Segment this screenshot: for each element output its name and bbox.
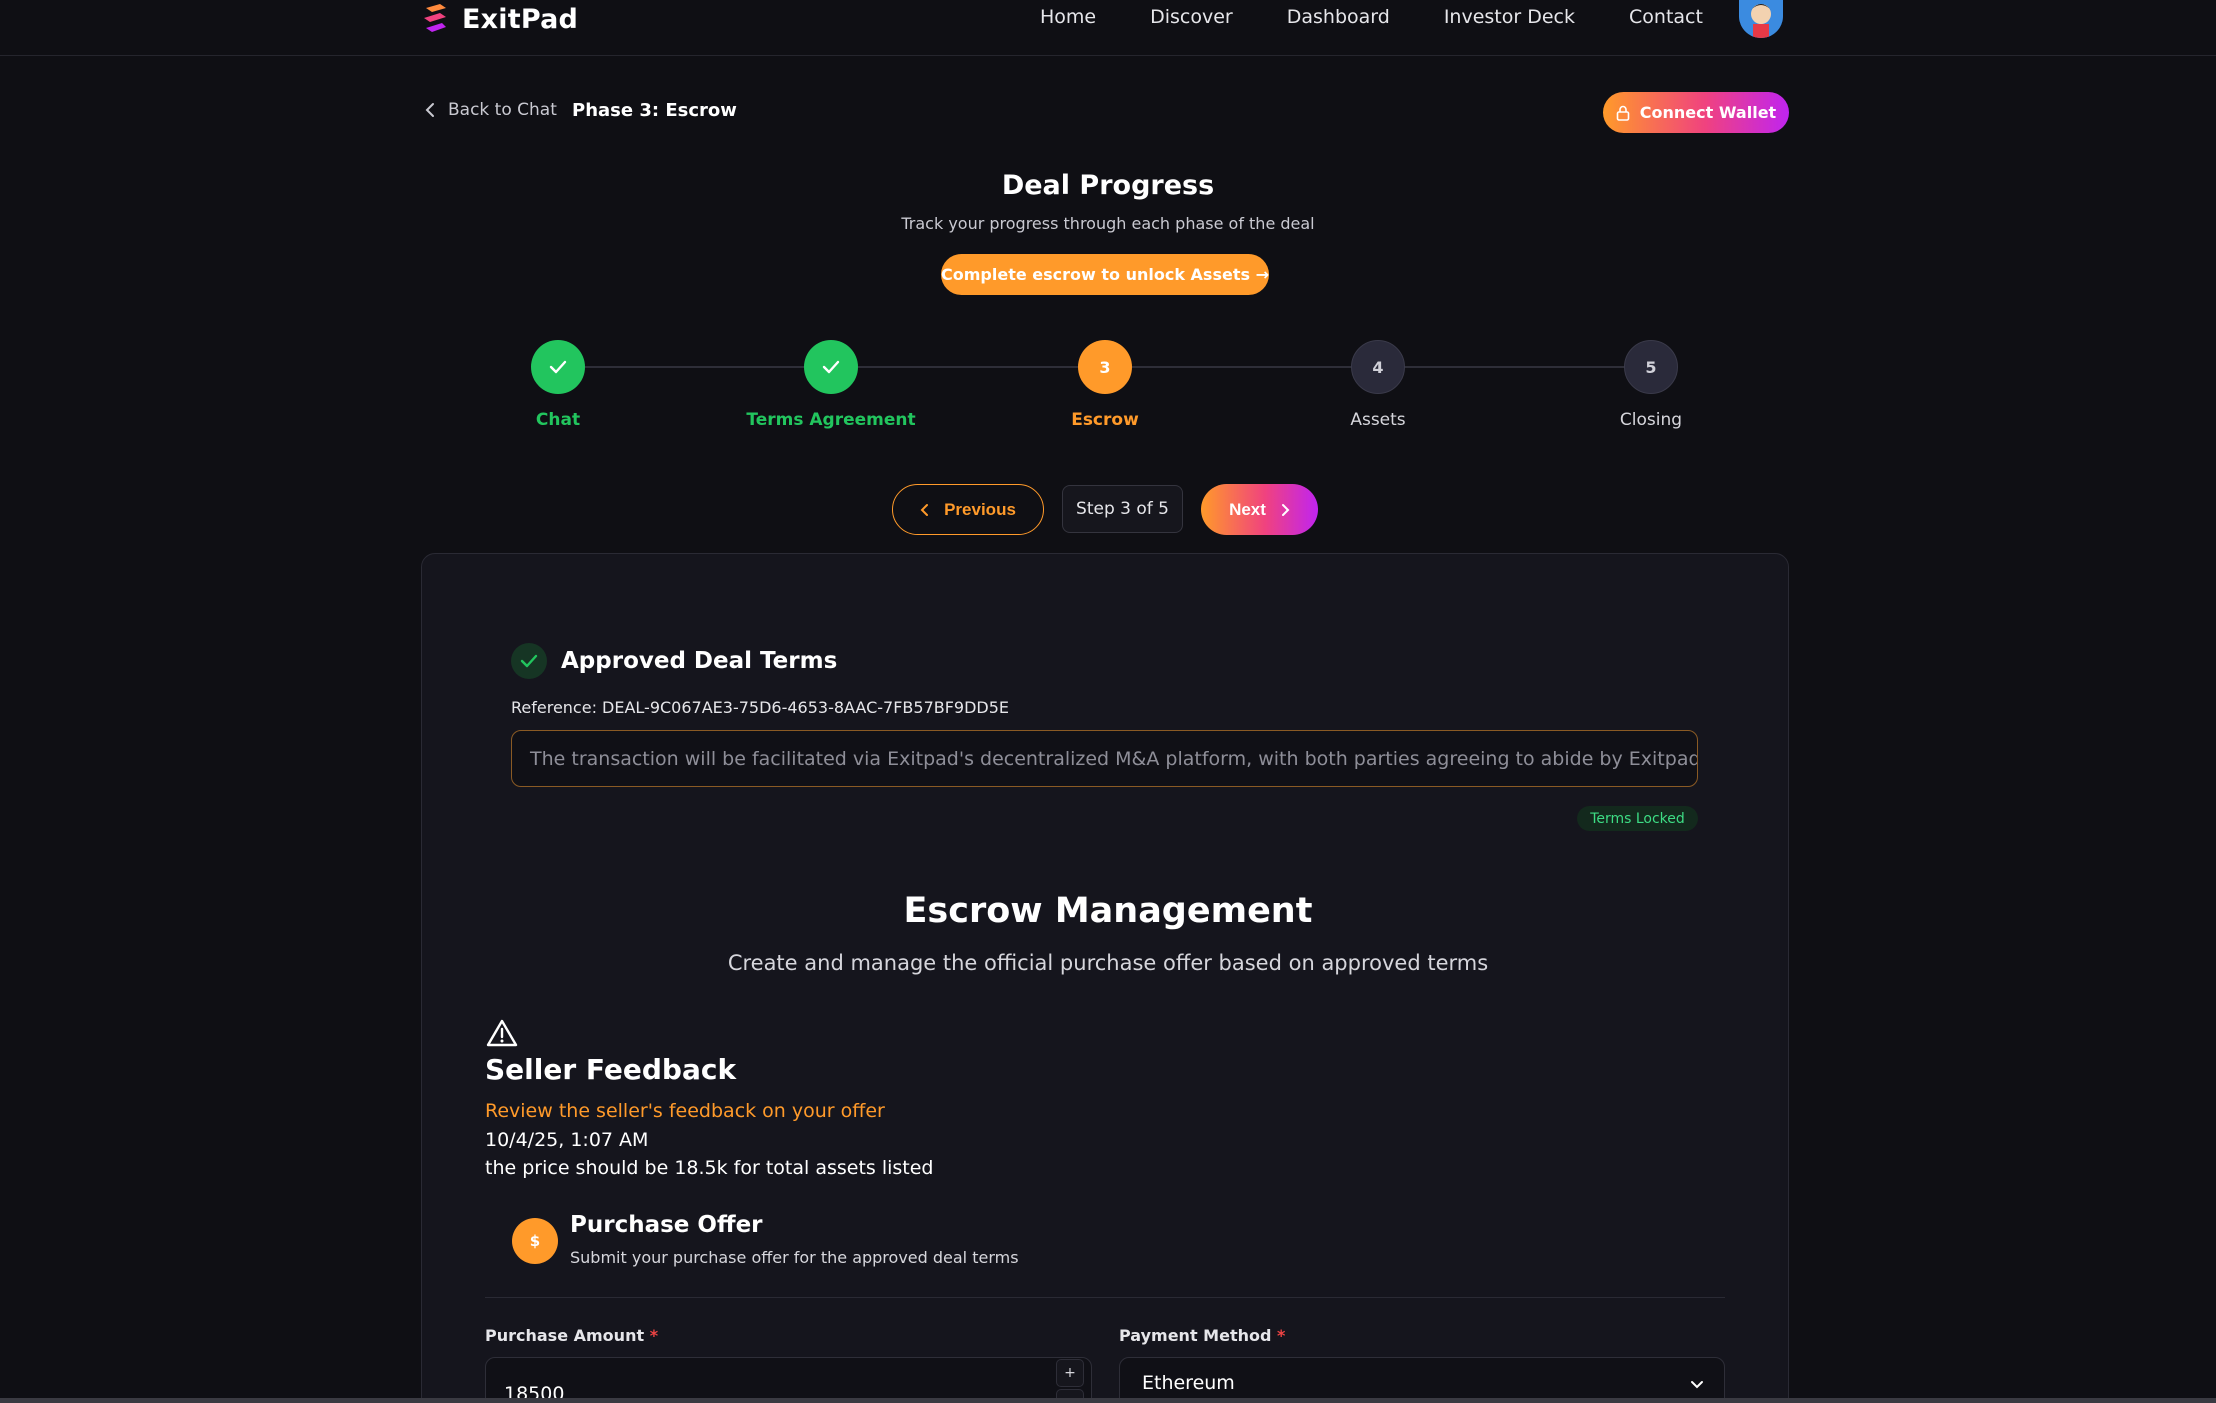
purchase-amount-input[interactable] (485, 1357, 1092, 1403)
chevron-left-icon (920, 503, 929, 516)
top-navbar: ExitPad Home Discover Dashboard Investor… (0, 0, 2216, 56)
step-3-label: Escrow (1071, 410, 1139, 430)
terms-locked-badge: Terms Locked (1577, 806, 1698, 831)
exitpad-logo-icon (424, 4, 446, 32)
required-marker: * (649, 1326, 659, 1345)
step-5-label: Closing (1619, 410, 1683, 430)
step-chat[interactable]: Chat (458, 340, 658, 430)
step-assets[interactable]: 4 Assets (1278, 340, 1478, 430)
step-2-circle (804, 340, 858, 394)
seller-feedback-subtitle: Review the seller's feedback on your off… (485, 1100, 885, 1122)
payment-method-label-text: Payment Method (1119, 1326, 1272, 1345)
escrow-card (421, 553, 1789, 1403)
approved-check-badge (511, 643, 547, 679)
next-label: Next (1229, 499, 1266, 519)
step-3-circle: 3 (1078, 340, 1132, 394)
phase-title: Phase 3: Escrow (572, 100, 737, 121)
approved-terms-header: Approved Deal Terms (511, 643, 837, 679)
purchase-amount-label: Purchase Amount * (485, 1326, 658, 1345)
approved-terms-field[interactable]: The transaction will be facilitated via … (511, 730, 1698, 787)
amount-stepper: + − (1056, 1359, 1084, 1403)
step-indicator: Step 3 of 5 (1062, 485, 1183, 533)
next-button[interactable]: Next (1201, 484, 1318, 535)
nav-links: Home Discover Dashboard Investor Deck Co… (1040, 6, 1703, 28)
step-1-label: Chat (535, 410, 581, 430)
escrow-management-subtitle: Create and manage the official purchase … (727, 951, 1489, 975)
lock-icon (1616, 105, 1630, 121)
approved-terms-text: The transaction will be facilitated via … (530, 747, 1698, 770)
purchase-offer-subtitle: Submit your purchase offer for the appro… (570, 1248, 1019, 1267)
brand-logo[interactable]: ExitPad (420, 2, 578, 36)
step-2-label: Terms Agreement (746, 410, 916, 430)
approved-terms-title: Approved Deal Terms (561, 648, 838, 674)
check-icon (822, 360, 840, 374)
seller-feedback-message: the price should be 18.5k for total asse… (485, 1157, 934, 1179)
step-4-circle: 4 (1351, 340, 1405, 394)
horizontal-scrollbar[interactable] (0, 1398, 2216, 1403)
escrow-management-title: Escrow Management (903, 891, 1313, 931)
previous-label: Previous (944, 499, 1016, 519)
unlock-assets-pill: Complete escrow to unlock Assets → (941, 254, 1269, 295)
nav-link-contact[interactable]: Contact (1629, 6, 1703, 28)
back-to-chat-link[interactable]: Back to Chat (424, 100, 557, 120)
nav-link-discover[interactable]: Discover (1150, 6, 1233, 28)
payment-method-value: Ethereum (1142, 1372, 1235, 1394)
deal-reference: Reference: DEAL-9C067AE3-75D6-4653-8AAC-… (511, 698, 1010, 717)
warning-triangle-icon (486, 1019, 518, 1047)
connect-wallet-label: Connect Wallet (1639, 103, 1777, 122)
nav-link-investor-deck[interactable]: Investor Deck (1444, 6, 1575, 28)
nav-link-home[interactable]: Home (1040, 6, 1096, 28)
required-marker: * (1277, 1326, 1286, 1345)
step-closing[interactable]: 5 Closing (1551, 340, 1751, 430)
seller-feedback-title: Seller Feedback (485, 1053, 737, 1086)
brand-name: ExitPad (462, 3, 579, 35)
payment-method-select[interactable]: Ethereum (1119, 1357, 1725, 1403)
chevron-right-icon (1281, 503, 1290, 516)
check-icon (520, 654, 538, 668)
purchase-offer-title: Purchase Offer (570, 1212, 763, 1238)
connect-wallet-button[interactable]: Connect Wallet (1603, 92, 1789, 133)
back-label: Back to Chat (448, 100, 557, 120)
deal-progress-title: Deal Progress (1001, 170, 1215, 201)
step-4-label: Assets (1350, 410, 1406, 430)
seller-feedback-timestamp: 10/4/25, 1:07 AM (485, 1129, 649, 1151)
chevron-left-icon (425, 103, 434, 117)
payment-method-label: Payment Method * (1119, 1326, 1285, 1345)
step-escrow[interactable]: 3 Escrow (1005, 340, 1205, 430)
avatar-icon (1739, 0, 1783, 38)
check-icon (549, 360, 567, 374)
increment-icon[interactable]: + (1056, 1359, 1084, 1387)
section-divider (485, 1297, 1725, 1298)
previous-button[interactable]: Previous (892, 484, 1044, 535)
dollar-icon: $ (512, 1218, 558, 1264)
user-avatar[interactable] (1739, 0, 1783, 38)
deal-progress-subtitle: Track your progress through each phase o… (901, 214, 1315, 233)
step-5-circle: 5 (1624, 340, 1678, 394)
step-1-circle (531, 340, 585, 394)
chevron-down-icon (1691, 1381, 1703, 1389)
purchase-amount-label-text: Purchase Amount (485, 1326, 645, 1345)
nav-link-dashboard[interactable]: Dashboard (1287, 6, 1390, 28)
step-terms-agreement[interactable]: Terms Agreement (731, 340, 931, 430)
